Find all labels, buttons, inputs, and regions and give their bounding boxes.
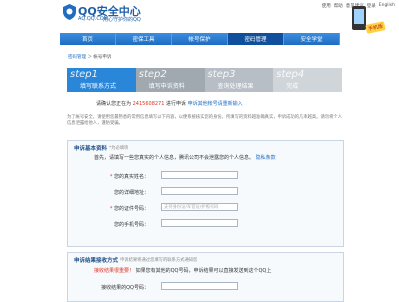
- section-subtitle: 申诉结果将通过您填写的联系方式通知您: [120, 258, 198, 263]
- instructions-text: 为了帐号安全，请使用您最熟悉的常用信息填写以下内容，以便系统核实您的身份。所填写…: [67, 115, 342, 126]
- section-hint: 首先，请填写一些您真实的个人信息，腾讯公司不会泄露您的个人信息。 隐私条款: [94, 154, 276, 161]
- nav-item-home[interactable]: 首页: [60, 33, 116, 45]
- nav-item-password-management[interactable]: 密码管理: [228, 33, 284, 45]
- notice-account: 2415608271: [132, 101, 165, 107]
- phone-screen: [354, 9, 364, 24]
- field-label-receive-qq: 接收结果的QQ号码：: [101, 285, 149, 291]
- site-slogan: 用心守护你的QQ: [103, 17, 141, 23]
- header: QQ安全中心 AQ.QQ.COM 用心守护你的QQ 使用 帮助 意见建议 登录 …: [0, 0, 399, 34]
- account-notice: 请确认您正在为 2415608271 进行申诉 申诉其他帐号请重新输入: [96, 100, 243, 107]
- step-4-label: 完成: [286, 83, 299, 90]
- breadcrumb-current: 帐号申诉: [93, 55, 112, 60]
- step-4: step4 完成: [273, 68, 342, 92]
- notice-prefix: 请确认您正在为: [96, 101, 132, 107]
- real-name-input[interactable]: [161, 171, 238, 179]
- field-label-id: * 您的证件号码：: [109, 206, 149, 212]
- shield-icon: [63, 4, 76, 20]
- required-note: *为必填项: [109, 146, 129, 151]
- nav-item-account-protection[interactable]: 帐号保护: [172, 33, 228, 45]
- field-row-id: * 您的证件号码： 支持身份证/军官证/护照号码: [68, 203, 343, 213]
- important-note: 接收结果很重要！: [94, 268, 135, 274]
- id-number-input[interactable]: 支持身份证/军官证/护照号码: [161, 203, 238, 211]
- change-account-link[interactable]: 申诉其他帐号请重新输入: [188, 101, 243, 107]
- step-4-number: step4: [276, 69, 305, 80]
- nav-item-security-tools[interactable]: 密保工具: [116, 33, 172, 45]
- breadcrumb-separator: ＞: [87, 55, 92, 60]
- field-row-receive-qq: 接收结果的QQ号码：: [68, 282, 343, 292]
- step-2: step2 填写申诉资料: [135, 68, 205, 92]
- section-title: 申诉结果接收方式: [74, 258, 119, 264]
- step-3: step3 查询处理结果: [204, 68, 274, 92]
- field-label-name: * 您的真实姓名：: [109, 174, 149, 180]
- step-1-number: step1: [70, 69, 98, 80]
- step-progress: step1 填写联系方式 step2 填写申诉资料 step3 查询处理结果 s…: [67, 68, 342, 92]
- field-row-address: 您的详细地址：: [68, 187, 343, 197]
- field-row-phone: 您的手机号码：: [68, 219, 343, 229]
- nav-item-security-school[interactable]: 安全学堂: [284, 33, 340, 45]
- breadcrumb: 密码管理 ＞ 帐号申诉: [68, 54, 111, 60]
- field-row-name: * 您的真实姓名：: [68, 171, 343, 181]
- breadcrumb-parent[interactable]: 密码管理: [68, 55, 86, 60]
- step-2-number: step2: [138, 69, 167, 80]
- step-1-label: 填写联系方式: [80, 83, 117, 90]
- toplink-usage[interactable]: 使用: [322, 3, 331, 9]
- phone-number-input[interactable]: [161, 219, 238, 227]
- receive-qq-input[interactable]: [161, 282, 238, 290]
- section-hint: 接收结果很重要！ 如果您有其他的QQ号码，申诉结果可以直接发送到这个QQ上: [94, 267, 271, 274]
- privacy-link[interactable]: 隐私条款: [256, 155, 276, 161]
- address-input[interactable]: [161, 187, 238, 195]
- field-label-phone: 您的手机号码：: [113, 222, 149, 228]
- toplink-login[interactable]: 登录: [367, 3, 376, 9]
- step-3-label: 查询处理结果: [217, 83, 254, 90]
- field-label-address: 您的详细地址：: [113, 190, 149, 196]
- basic-info-section: 申诉基本资料 *为必填项 首先，请填写一些您真实的个人信息，腾讯公司不会泄露您的…: [67, 140, 344, 247]
- toplink-help[interactable]: 帮助: [334, 3, 343, 9]
- result-receive-section: 申诉结果接收方式 申诉结果将通过您填写的联系方式通知您 接收结果很重要！ 如果您…: [67, 252, 344, 302]
- notice-suffix: 进行申诉: [166, 101, 187, 107]
- section-hint-text: 首先，请填写一些您真实的个人信息，腾讯公司不会泄露您的个人信息。: [94, 155, 255, 161]
- main-nav: 首页 密保工具 帐号保护 密码管理 安全学堂: [60, 33, 340, 45]
- section-title: 申诉基本资料: [74, 146, 108, 152]
- step-2-label: 填写申诉资料: [148, 83, 185, 90]
- step-1: step1 填写联系方式: [67, 68, 136, 92]
- toplink-english[interactable]: English: [379, 3, 395, 9]
- section-hint-text: 如果您有其他的QQ号码，申诉结果可以直接发送到这个QQ上: [135, 268, 272, 274]
- mobile-version-badge[interactable]: 手机版: [365, 21, 386, 34]
- step-3-number: step3: [207, 69, 236, 80]
